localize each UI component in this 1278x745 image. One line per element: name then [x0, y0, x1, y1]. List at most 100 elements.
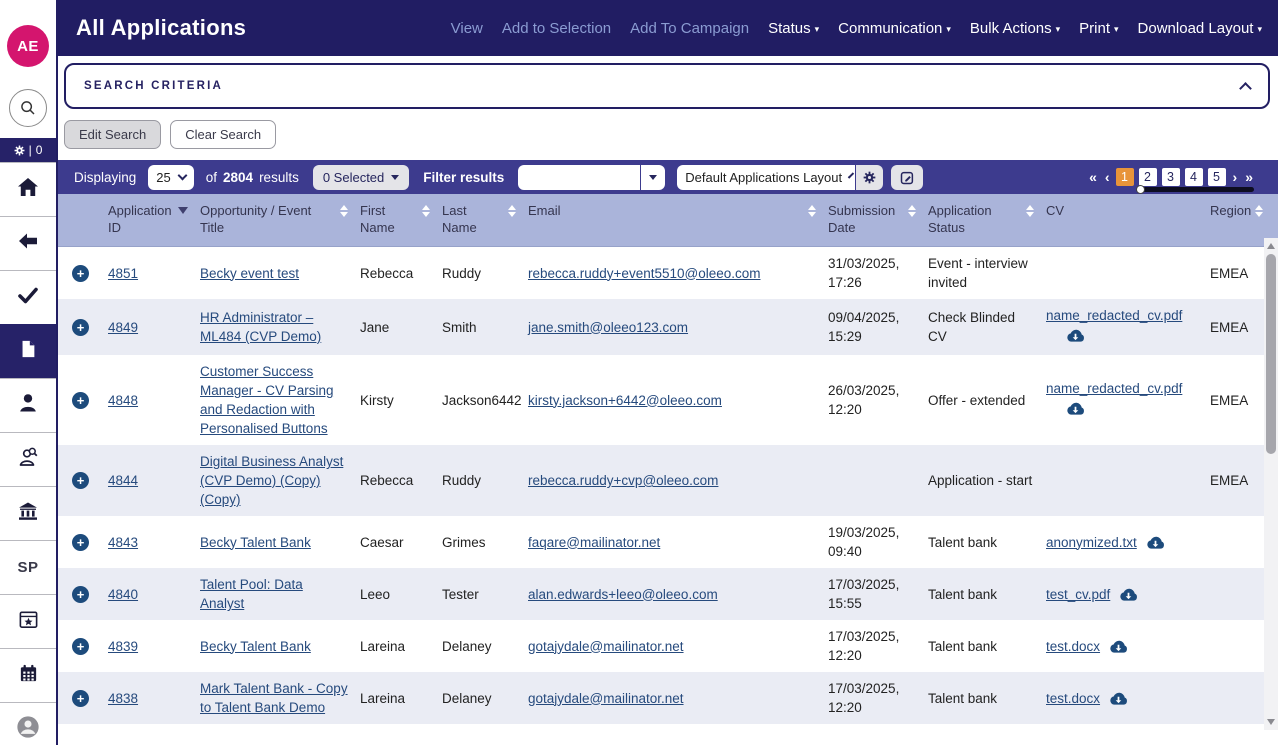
email-link[interactable]: alan.edwards+leeo@oleeo.com	[528, 587, 718, 602]
application-id-link[interactable]: 4844	[108, 473, 138, 488]
expand-row-button[interactable]: +	[72, 265, 89, 282]
cv-file-link[interactable]: test_cv.pdf	[1046, 587, 1110, 602]
search-icon[interactable]	[9, 89, 47, 127]
page-size-select[interactable]: 25	[148, 165, 193, 190]
layout-select[interactable]: Default Applications Layout	[677, 165, 855, 190]
application-id-link[interactable]: 4848	[108, 393, 138, 408]
sort-toggle-icon[interactable]	[1022, 205, 1034, 217]
cv-file-link[interactable]: test.docx	[1046, 639, 1100, 654]
opportunity-title-link[interactable]: Becky event test	[200, 266, 299, 281]
column-header-application-id[interactable]: Application ID	[102, 200, 194, 238]
cv-file-link[interactable]: name_redacted_cv.pdf	[1046, 308, 1182, 323]
scrollbar-thumb[interactable]	[1266, 254, 1276, 454]
column-header-region[interactable]: Region	[1204, 200, 1266, 238]
sidebar-item-back[interactable]	[0, 216, 56, 270]
column-header-opportunity-title[interactable]: Opportunity / Event Title	[194, 200, 354, 238]
opportunity-title-link[interactable]: Talent Pool: Data Analyst	[200, 577, 303, 611]
sidebar-item-sp[interactable]: SP	[0, 540, 56, 594]
expand-row-button[interactable]: +	[72, 472, 89, 489]
column-header-email[interactable]: Email	[522, 200, 822, 238]
cloud-download-icon[interactable]	[1109, 691, 1128, 706]
scroll-up-arrow-icon[interactable]	[1267, 243, 1275, 249]
application-id-link[interactable]: 4851	[108, 266, 138, 281]
menu-communication[interactable]: Communication▾	[838, 20, 951, 37]
sidebar-item-people[interactable]	[0, 378, 56, 432]
clear-search-button[interactable]: Clear Search	[170, 120, 276, 149]
prev-page-button[interactable]: ‹	[1103, 169, 1111, 185]
sort-toggle-icon[interactable]	[418, 205, 430, 217]
sidebar-item-applications[interactable]	[0, 324, 56, 378]
filter-results-input[interactable]	[518, 165, 640, 190]
expand-row-button[interactable]: +	[72, 586, 89, 603]
sidebar-item-candidate-search[interactable]	[0, 432, 56, 486]
page-button-5[interactable]: 5	[1208, 168, 1226, 186]
cloud-download-icon[interactable]	[1146, 535, 1165, 550]
application-id-link[interactable]: 4849	[108, 320, 138, 335]
page-button-4[interactable]: 4	[1185, 168, 1203, 186]
collapse-chevron-icon[interactable]	[1239, 82, 1252, 95]
menu-print[interactable]: Print▾	[1079, 20, 1118, 37]
opportunity-title-link[interactable]: HR Administrator – ML484 (CVP Demo)	[200, 310, 321, 344]
email-link[interactable]: jane.smith@oleeo123.com	[528, 320, 688, 335]
sort-toggle-icon[interactable]	[336, 205, 348, 217]
selected-dropdown[interactable]: 0 Selected	[313, 165, 409, 190]
last-page-button[interactable]: »	[1243, 169, 1254, 185]
page-button-2[interactable]: 2	[1139, 168, 1157, 186]
application-id-link[interactable]: 4843	[108, 535, 138, 550]
sidebar-item-events[interactable]	[0, 594, 56, 648]
page-button-3[interactable]: 3	[1162, 168, 1180, 186]
cv-file-link[interactable]: name_redacted_cv.pdf	[1046, 381, 1182, 396]
sidebar-item-organisation[interactable]	[0, 486, 56, 540]
sort-toggle-icon[interactable]	[504, 205, 516, 217]
cloud-download-icon[interactable]	[1066, 401, 1198, 421]
sidebar-item-tasks[interactable]	[0, 270, 56, 324]
menu-status[interactable]: Status▾	[768, 20, 819, 37]
sidebar-item-profile[interactable]	[0, 702, 56, 745]
email-link[interactable]: rebecca.ruddy+event5510@oleeo.com	[528, 266, 760, 281]
layout-settings-button[interactable]	[856, 165, 883, 190]
basket-counter[interactable]: | 0	[0, 138, 56, 162]
scroll-down-arrow-icon[interactable]	[1267, 719, 1275, 725]
sort-desc-icon[interactable]	[174, 205, 188, 214]
email-link[interactable]: kirsty.jackson+6442@oleeo.com	[528, 393, 722, 408]
avatar[interactable]: AE	[7, 25, 49, 67]
cv-file-link[interactable]: anonymized.txt	[1046, 535, 1137, 550]
expand-row-button[interactable]: +	[72, 690, 89, 707]
email-link[interactable]: gotajydale@mailinator.net	[528, 639, 684, 654]
sort-toggle-icon[interactable]	[804, 205, 816, 217]
column-header-application-status[interactable]: Application Status	[922, 200, 1040, 238]
scrollbar-knob[interactable]	[1136, 185, 1145, 194]
column-header-cv[interactable]: CV	[1040, 200, 1204, 238]
cloud-download-icon[interactable]	[1066, 328, 1198, 348]
expand-row-button[interactable]: +	[72, 638, 89, 655]
first-page-button[interactable]: «	[1087, 169, 1098, 185]
edit-layout-button[interactable]	[891, 165, 923, 190]
opportunity-title-link[interactable]: Becky Talent Bank	[200, 535, 311, 550]
page-button-1[interactable]: 1	[1116, 168, 1134, 186]
menu-view[interactable]: View	[451, 20, 483, 37]
application-id-link[interactable]: 4840	[108, 587, 138, 602]
sidebar-item-home[interactable]	[0, 162, 56, 216]
application-id-link[interactable]: 4838	[108, 691, 138, 706]
expand-row-button[interactable]: +	[72, 319, 89, 336]
opportunity-title-link[interactable]: Customer Success Manager - CV Parsing an…	[200, 364, 334, 436]
opportunity-title-link[interactable]: Becky Talent Bank	[200, 639, 311, 654]
vertical-scrollbar[interactable]	[1264, 238, 1278, 730]
menu-bulk-actions[interactable]: Bulk Actions▾	[970, 20, 1060, 37]
sort-toggle-icon[interactable]	[1251, 205, 1263, 217]
expand-row-button[interactable]: +	[72, 534, 89, 551]
edit-search-button[interactable]: Edit Search	[64, 120, 161, 149]
column-header-last-name[interactable]: Last Name	[436, 200, 522, 238]
email-link[interactable]: faqare@mailinator.net	[528, 535, 660, 550]
horizontal-scrollbar[interactable]	[1136, 187, 1254, 192]
menu-add-to-campaign[interactable]: Add To Campaign	[630, 20, 749, 37]
email-link[interactable]: gotajydale@mailinator.net	[528, 691, 684, 706]
application-id-link[interactable]: 4839	[108, 639, 138, 654]
email-link[interactable]: rebecca.ruddy+cvp@oleeo.com	[528, 473, 718, 488]
sort-toggle-icon[interactable]	[904, 205, 916, 217]
cloud-download-icon[interactable]	[1119, 587, 1138, 602]
filter-dropdown-button[interactable]	[641, 165, 665, 190]
opportunity-title-link[interactable]: Digital Business Analyst (CVP Demo) (Cop…	[200, 454, 343, 507]
cv-file-link[interactable]: test.docx	[1046, 691, 1100, 706]
sidebar-item-calendar[interactable]	[0, 648, 56, 702]
